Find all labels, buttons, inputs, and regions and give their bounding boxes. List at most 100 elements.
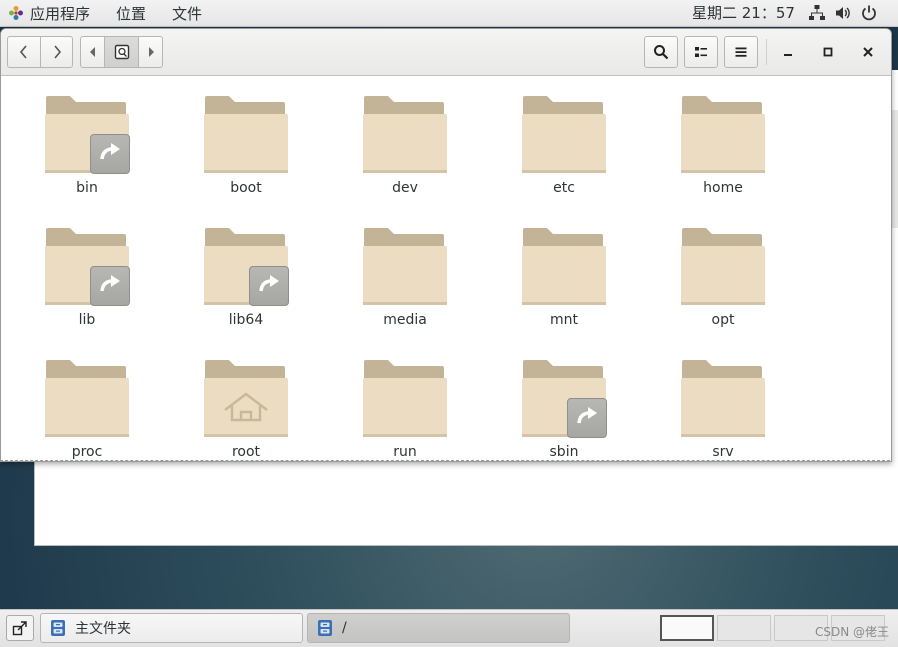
- folder-label: lib64: [228, 312, 264, 328]
- triangle-right-icon: [148, 47, 154, 57]
- folder-icon: [521, 92, 607, 174]
- taskbar-item-label: /: [342, 620, 347, 636]
- clock[interactable]: 星期二 21：57: [692, 0, 795, 26]
- drive-icon: [114, 44, 129, 60]
- header-bar: /: [1, 29, 891, 76]
- folder-item[interactable]: boot: [186, 92, 306, 196]
- taskbar-item-label: 主文件夹: [75, 621, 131, 637]
- folder-item[interactable]: opt: [663, 224, 783, 328]
- window-bottom-edge: [0, 460, 890, 462]
- folder-icon: [362, 356, 448, 438]
- chevron-right-icon: [53, 45, 61, 59]
- folder-item[interactable]: proc: [27, 356, 147, 460]
- symlink-badge-icon: [90, 134, 130, 174]
- folder-icon: [44, 356, 130, 438]
- places-menu[interactable]: 位置: [116, 0, 146, 26]
- folder-label: srv: [712, 444, 734, 460]
- folder-icon: [203, 356, 289, 438]
- chevron-left-icon: [19, 45, 27, 59]
- search-icon: [654, 45, 669, 60]
- folder-icon: [680, 224, 766, 306]
- folder-label: bin: [76, 180, 98, 196]
- triangle-left-icon: [89, 47, 95, 57]
- folder-icon: [521, 356, 607, 438]
- files-menu[interactable]: 文件: [172, 0, 202, 26]
- minimize-icon: [784, 54, 792, 56]
- header-divider: [766, 39, 767, 65]
- applications-menu[interactable]: 应用程序: [8, 0, 90, 26]
- network-icon: [809, 5, 825, 20]
- symlink-badge-icon: [567, 398, 607, 438]
- files-menu-label: 文件: [172, 4, 203, 23]
- folder-item[interactable]: lib64: [186, 224, 306, 328]
- apps-logo-icon: [9, 6, 23, 20]
- folder-label: root: [231, 444, 261, 460]
- folder-item[interactable]: mnt: [504, 224, 624, 328]
- folder-label: etc: [553, 180, 575, 196]
- forward-button[interactable]: [40, 36, 73, 68]
- maximize-button[interactable]: [814, 36, 842, 68]
- folder-label: dev: [392, 180, 418, 196]
- watermark: CSDN @佬王: [815, 625, 890, 639]
- folder-label: lib: [78, 312, 96, 328]
- search-button[interactable]: [644, 36, 678, 68]
- folder-label: mnt: [550, 312, 578, 328]
- folder-icon: [680, 92, 766, 174]
- folder-icon: [203, 224, 289, 306]
- system-tray[interactable]: [808, 0, 878, 26]
- applications-menu-label: 应用程序: [30, 4, 91, 23]
- taskbar-item-root[interactable]: /: [307, 613, 570, 643]
- hamburger-menu-icon: [735, 47, 747, 57]
- maximize-icon: [823, 47, 833, 57]
- folder-item[interactable]: lib: [27, 224, 147, 328]
- folder-item[interactable]: media: [345, 224, 465, 328]
- bottom-panel: 主文件夹 /: [0, 609, 898, 647]
- folder-label: home: [703, 180, 743, 196]
- folder-item[interactable]: bin: [27, 92, 147, 196]
- folder-label: media: [383, 312, 427, 328]
- folder-label: boot: [230, 180, 262, 196]
- folder-icon: [44, 92, 130, 174]
- file-manager-icon: [318, 620, 332, 636]
- folder-icon: [521, 224, 607, 306]
- close-icon: [863, 47, 873, 57]
- folder-item[interactable]: srv: [663, 356, 783, 460]
- back-button[interactable]: [7, 36, 41, 68]
- minimize-button[interactable]: [774, 36, 802, 68]
- show-desktop-icon: [12, 621, 27, 636]
- view-toggle-button[interactable]: [684, 36, 718, 68]
- folder-icon: [44, 224, 130, 306]
- path-segment-root[interactable]: /: [104, 36, 139, 68]
- workspace-1[interactable]: [660, 615, 714, 641]
- file-manager-icon: [51, 620, 65, 636]
- symlink-badge-icon: [90, 266, 130, 306]
- folder-item[interactable]: home: [663, 92, 783, 196]
- list-view-icon: [695, 47, 707, 57]
- folder-icon: [680, 356, 766, 438]
- folder-item[interactable]: sbin: [504, 356, 624, 460]
- path-scroll-left-button[interactable]: [80, 36, 105, 68]
- workspace-2[interactable]: [717, 615, 771, 641]
- show-desktop-button[interactable]: [6, 615, 34, 641]
- folder-item[interactable]: etc: [504, 92, 624, 196]
- symlink-badge-icon: [249, 266, 289, 306]
- folder-item[interactable]: dev: [345, 92, 465, 196]
- path-scroll-right-button[interactable]: [138, 36, 163, 68]
- taskbar-item-home[interactable]: 主文件夹: [40, 613, 303, 643]
- volume-icon: [836, 7, 850, 19]
- folder-label: sbin: [549, 444, 579, 460]
- folder-icon: [203, 92, 289, 174]
- folder-label: run: [393, 444, 417, 460]
- folder-item[interactable]: root: [186, 356, 306, 460]
- folder-icon: [362, 92, 448, 174]
- top-bar: 应用程序 位置 文件 星期二 21：57: [0, 0, 898, 27]
- folder-icon: [362, 224, 448, 306]
- folder-item[interactable]: run: [345, 356, 465, 460]
- file-grid: bin boot dev etc home lib lib64 media mnt opt proc…: [1, 76, 891, 461]
- places-menu-label: 位置: [116, 4, 147, 23]
- file-manager-window: / bin boot dev etc home: [0, 28, 892, 462]
- close-button[interactable]: [854, 36, 882, 68]
- menu-button[interactable]: [724, 36, 758, 68]
- folder-label: proc: [71, 444, 103, 460]
- folder-label: opt: [711, 312, 735, 328]
